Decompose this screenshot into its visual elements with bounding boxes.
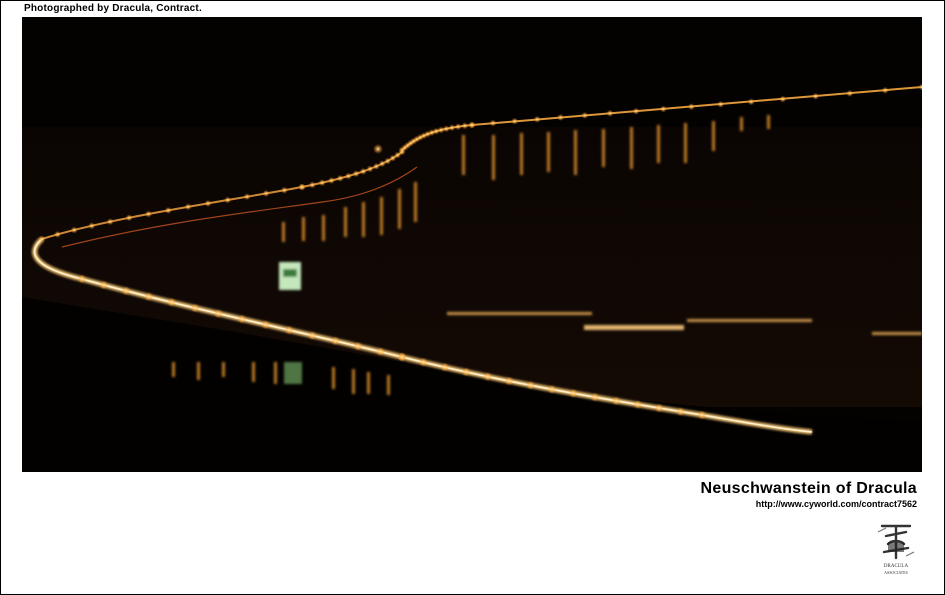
street-lamp — [812, 92, 820, 100]
street-lamp — [262, 189, 270, 197]
street-lamp — [697, 410, 707, 420]
svg-text:ASSOCIATES: ASSOCIATES — [884, 570, 908, 575]
street-lamp — [557, 113, 565, 121]
street-lamp — [308, 181, 316, 189]
street-lamp — [298, 183, 306, 191]
street-lamp — [280, 186, 288, 194]
street-lamp — [440, 362, 450, 372]
street-lamp — [590, 392, 600, 402]
street-lamp — [461, 122, 469, 130]
street-lamp — [336, 174, 344, 182]
street-lamp — [284, 325, 294, 335]
street-lamp — [184, 203, 192, 211]
street-lamp — [483, 372, 493, 382]
street-lamp — [633, 400, 643, 409]
street-lamp — [448, 124, 456, 132]
street-lamp — [654, 403, 664, 413]
street-lamp — [344, 172, 352, 180]
street-lamp — [106, 218, 114, 226]
street-lamp — [54, 230, 62, 238]
street-lamp — [504, 376, 514, 386]
street-lamp — [125, 214, 133, 222]
street-lamp — [606, 109, 614, 117]
night-bridge-photo — [22, 17, 922, 472]
street-lamp — [489, 119, 497, 127]
street-lamp — [261, 320, 271, 330]
street-lamp — [526, 380, 536, 390]
photographer-url[interactable]: http://www.cyworld.com/contract7562 — [756, 499, 917, 509]
street-lamp — [846, 89, 854, 97]
street-lamp — [881, 86, 889, 94]
street-lamp — [204, 199, 212, 207]
street-lamp — [352, 170, 360, 178]
street-lamp — [190, 303, 200, 313]
photographer-credit: Photographed by Dracula, Contract. — [24, 3, 202, 14]
street-lamp — [70, 226, 78, 234]
street-lamp — [461, 367, 471, 377]
street-lamp — [468, 121, 476, 129]
street-lamp — [318, 179, 326, 187]
street-lamp — [99, 280, 109, 290]
vehicle-light — [373, 144, 383, 154]
street-lamp — [330, 336, 340, 346]
photo-title: Neuschwanstein of Dracula — [700, 480, 917, 497]
street-lamp — [237, 314, 247, 324]
street-lamp — [779, 95, 787, 103]
night-scene-illustration — [22, 17, 922, 472]
street-lamp — [328, 177, 335, 184]
street-lamp — [145, 210, 152, 218]
dracula-associates-logo: DRACULA ASSOCIATES — [874, 518, 918, 578]
street-lamp — [121, 286, 131, 296]
street-lamp — [167, 297, 177, 307]
street-lamp — [88, 222, 96, 230]
street-lamp — [659, 105, 667, 113]
street-lamp — [581, 111, 589, 119]
street-lamp — [213, 309, 223, 319]
street-lamp — [353, 341, 363, 351]
street-lamp — [632, 107, 640, 115]
street-lamp — [397, 352, 407, 362]
street-lamp — [717, 100, 725, 108]
billboard — [279, 262, 301, 290]
street-lamp — [375, 347, 385, 357]
street-lamp — [359, 167, 367, 175]
street-lamp — [243, 193, 251, 201]
street-lamp — [224, 196, 232, 204]
street-lamp — [511, 117, 519, 125]
street-lamp — [144, 292, 154, 302]
svg-text:DRACULA: DRACULA — [884, 564, 909, 569]
street-lamp — [164, 206, 172, 214]
logo-emblem-icon: DRACULA ASSOCIATES — [877, 524, 915, 575]
street-lamp — [77, 274, 87, 284]
street-lamp — [676, 407, 686, 417]
street-lamp — [366, 165, 374, 173]
street-lamp — [533, 115, 541, 123]
street-lamp — [747, 98, 755, 106]
street-lamp — [38, 235, 46, 243]
street-lamp — [687, 103, 695, 111]
street-lamp — [611, 396, 621, 406]
street-lamp — [454, 123, 462, 131]
street-lamp — [307, 331, 317, 340]
street-lamp — [418, 357, 428, 367]
street-lamp — [547, 384, 557, 394]
street-lamp — [372, 162, 380, 170]
street-lamp — [568, 388, 578, 398]
